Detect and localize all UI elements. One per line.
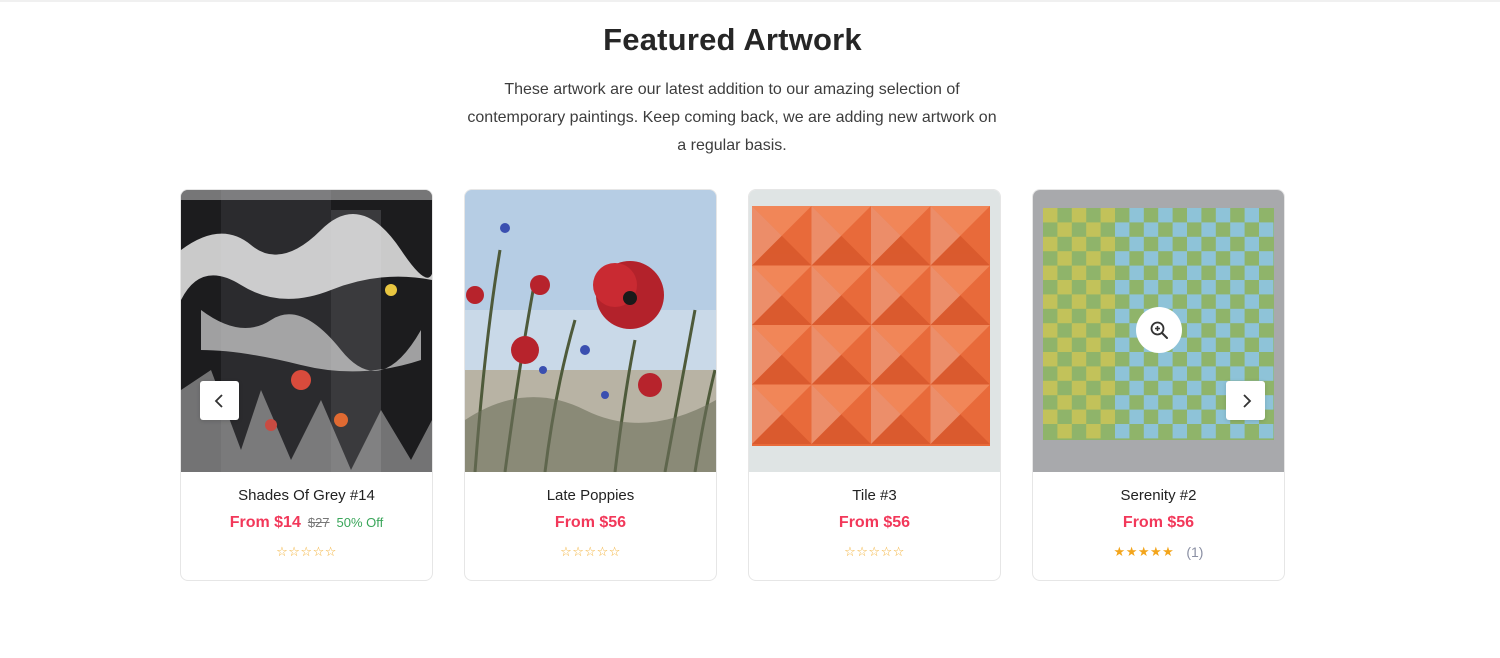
carousel-next-button[interactable] — [1226, 381, 1265, 420]
section-title: Featured Artwork — [603, 22, 862, 57]
product-name[interactable]: Late Poppies — [465, 487, 716, 504]
star-rating-icon: ★★★★★ — [1113, 544, 1175, 559]
product-card[interactable]: Late Poppies From $56 ☆☆☆☆☆ — [464, 189, 717, 581]
product-info: Shades Of Grey #14 From $14 $27 50% Off … — [181, 472, 432, 580]
review-count[interactable]: (1) — [1186, 544, 1203, 560]
product-price: From $56 — [554, 514, 627, 531]
product-image[interactable] — [749, 190, 1000, 472]
discount-badge: 50% Off — [336, 515, 384, 530]
section-subtitle: These artwork are our latest addition to… — [467, 81, 997, 154]
product-image[interactable] — [465, 190, 716, 472]
quick-view-button[interactable] — [1136, 307, 1182, 353]
price-row: From $56 — [749, 514, 1000, 532]
star-rating-icon: ☆☆☆☆☆ — [276, 544, 337, 559]
product-info: Serenity #2 From $56 ★★★★★ (1) — [1033, 472, 1284, 580]
star-rating-icon: ☆☆☆☆☆ — [844, 544, 905, 559]
rating-row: ☆☆☆☆☆ — [181, 544, 432, 560]
featured-artwork-section: Featured Artwork These artwork are our l… — [0, 0, 1500, 658]
star-rating-icon: ☆☆☆☆☆ — [560, 544, 621, 559]
chevron-right-icon — [1242, 393, 1251, 408]
price-row: From $14 $27 50% Off — [181, 514, 432, 532]
product-price: From $14 — [229, 514, 301, 531]
product-card[interactable]: Tile #3 From $56 ☆☆☆☆☆ — [748, 189, 1001, 581]
rating-row: ☆☆☆☆☆ — [749, 544, 1000, 560]
product-old-price: $27 — [307, 515, 330, 530]
product-name[interactable]: Shades Of Grey #14 — [181, 487, 432, 504]
product-name[interactable]: Serenity #2 — [1033, 487, 1284, 504]
product-price: From $56 — [838, 514, 911, 531]
zoom-in-icon — [1150, 321, 1168, 339]
chevron-left-icon — [214, 393, 223, 408]
top-divider — [0, 0, 1500, 2]
product-info: Tile #3 From $56 ☆☆☆☆☆ — [749, 472, 1000, 580]
carousel-prev-button[interactable] — [200, 381, 239, 420]
price-row: From $56 — [465, 514, 716, 532]
product-name[interactable]: Tile #3 — [749, 487, 1000, 504]
rating-row: ☆☆☆☆☆ — [465, 544, 716, 560]
product-info: Late Poppies From $56 ☆☆☆☆☆ — [465, 472, 716, 580]
rating-row: ★★★★★ (1) — [1033, 544, 1284, 560]
product-image[interactable] — [181, 190, 432, 472]
price-row: From $56 — [1033, 514, 1284, 532]
product-price: From $56 — [1122, 514, 1195, 531]
